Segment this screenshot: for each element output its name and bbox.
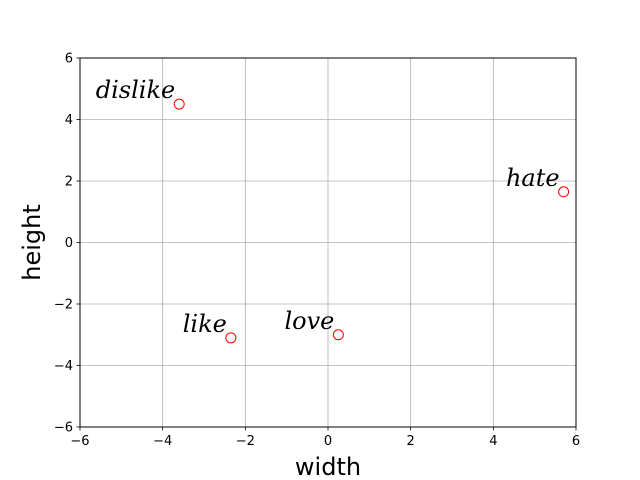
point-label-hate: hate <box>506 164 560 192</box>
point-label-like: like <box>183 310 227 338</box>
x-tick-label: 0 <box>324 434 332 449</box>
point-label-love: love <box>284 307 334 335</box>
y-tick-label: −6 <box>54 421 73 436</box>
scatter-chart: −6 −4 −2 0 2 4 6 −6 −4 −2 0 2 4 6 dislike hate like love… <box>0 0 640 480</box>
x-tick-label: 4 <box>489 434 497 449</box>
y-tick-label: 4 <box>65 113 73 128</box>
x-axis-label: width <box>295 453 361 480</box>
y-tick-label: −2 <box>54 298 73 313</box>
x-tick-label: −6 <box>70 434 89 449</box>
x-tick-label: 6 <box>572 434 580 449</box>
y-axis-label: height <box>18 204 46 281</box>
y-tick-label: 6 <box>65 52 73 67</box>
y-tick-label: 0 <box>65 236 73 251</box>
x-tick-label: 2 <box>407 434 415 449</box>
figure-background <box>0 0 640 480</box>
x-tick-label: −4 <box>153 434 172 449</box>
x-tick-label: −2 <box>236 434 255 449</box>
y-tick-label: −4 <box>54 359 73 374</box>
y-tick-label: 2 <box>65 175 73 190</box>
point-label-dislike: dislike <box>96 76 175 104</box>
